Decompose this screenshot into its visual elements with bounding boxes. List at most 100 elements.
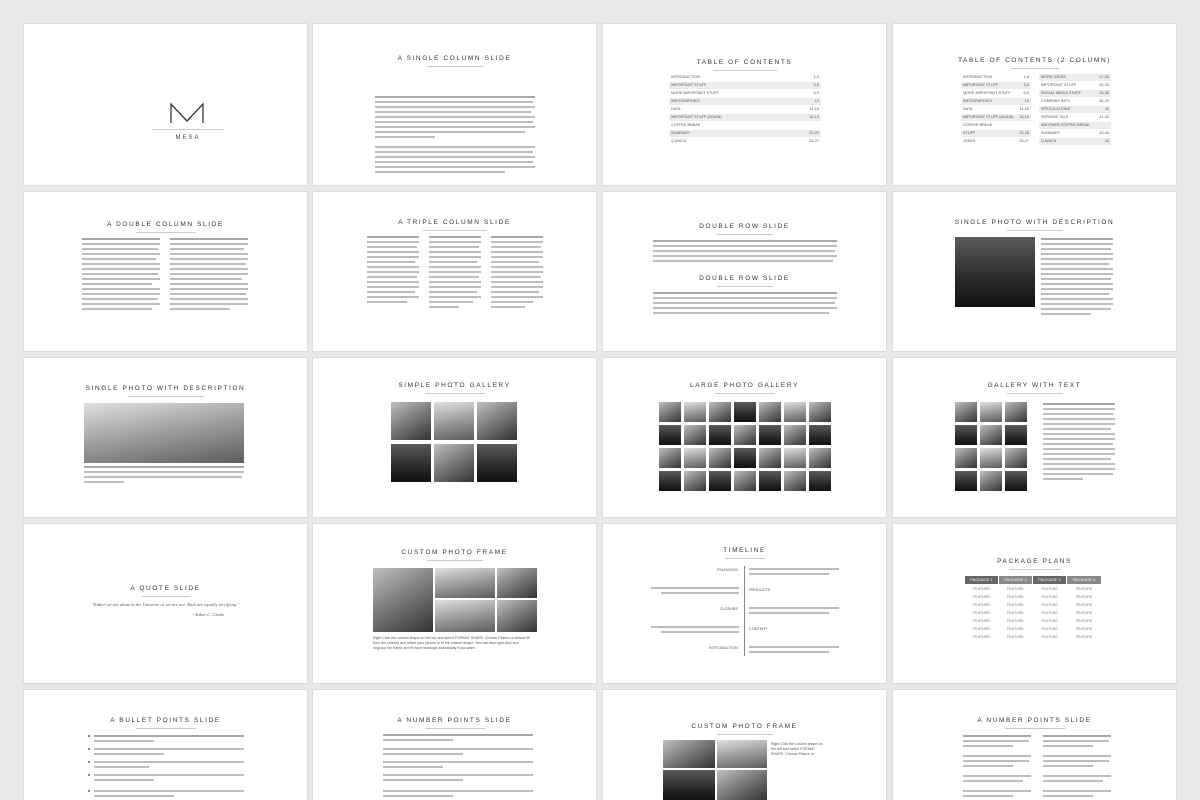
gallery-photo[interactable] — [477, 402, 517, 440]
gallery-photo[interactable] — [709, 448, 731, 468]
gallery-photo[interactable] — [684, 425, 706, 445]
gallery-photo[interactable] — [955, 425, 977, 445]
toc-row[interactable]: DATA 11-16 — [669, 106, 821, 113]
toc-row[interactable]: IMPORTANT STUFF (AGAIN) 16-19 — [961, 114, 1031, 121]
photo-frame[interactable] — [373, 568, 537, 632]
toc-row[interactable]: IMPORTANT STUFF 3-6 — [669, 82, 821, 89]
toc-row[interactable]: MORE IMPORTANT STUFF 6-9 — [669, 90, 821, 97]
gallery-photo[interactable] — [709, 402, 731, 422]
gallery-photo[interactable] — [784, 402, 806, 422]
slide-number-points-b[interactable]: A NUMBER POINTS SLIDE — [893, 690, 1176, 800]
gallery-photo[interactable] — [684, 402, 706, 422]
gallery-photo[interactable] — [709, 471, 731, 491]
slide-single-photo-description-b[interactable]: SINGLE PHOTO WITH DESCRIPTION — [24, 358, 307, 517]
toc-row[interactable]: COFFEE BREAK — [961, 122, 1031, 129]
slide-timeline[interactable]: TIMELINE FINANCING PRODUCTS CLOSURE CONT… — [603, 524, 886, 683]
slide-triple-column[interactable]: A TRIPLE COLUMN SLIDE — [313, 192, 596, 351]
toc-row[interactable]: INTRODUCTION 1-5 — [961, 74, 1031, 81]
toc-row[interactable]: ANOTHER COFFEE BREAK — [1039, 122, 1111, 129]
package-header[interactable]: PACKAGE 4 — [1067, 576, 1101, 584]
toc-row[interactable]: SERIOUS TALK 41-42 — [1039, 114, 1111, 121]
gallery-photo[interactable] — [759, 448, 781, 468]
toc-row[interactable]: STUFF 20-26 — [961, 130, 1031, 137]
gallery-photo[interactable] — [684, 448, 706, 468]
gallery-photo[interactable] — [759, 425, 781, 445]
gallery-photo[interactable] — [734, 402, 756, 422]
gallery-photo[interactable] — [734, 448, 756, 468]
gallery-photo[interactable] — [784, 471, 806, 491]
bridge-photo[interactable] — [84, 403, 244, 463]
gallery-photo[interactable] — [955, 448, 977, 468]
slide-mesa-cover[interactable]: MESA — [24, 24, 307, 185]
gallery-photo[interactable] — [434, 402, 474, 440]
package-header[interactable]: PACKAGE 1 — [965, 576, 998, 584]
toc-row[interactable]: IMPORTANT STUFF 3-6 — [961, 82, 1031, 89]
gallery-photo[interactable] — [759, 402, 781, 422]
gallery-photo[interactable] — [809, 402, 831, 422]
gallery-photo[interactable] — [1005, 448, 1027, 468]
gallery-photo[interactable] — [391, 444, 431, 482]
slide-table-of-contents[interactable]: TABLE OF CONTENTS INTRODUCTION 1-5 IMPORT… — [603, 24, 886, 185]
toc-row[interactable]: INFOGRAPHICS 10 — [669, 98, 821, 105]
package-header[interactable]: PACKAGE 2 — [999, 576, 1032, 584]
city-photo[interactable] — [955, 237, 1035, 307]
toc-row[interactable]: MORE JOKES 27-30 — [1039, 74, 1111, 81]
slide-simple-photo-gallery[interactable]: SIMPLE PHOTO GALLERY — [313, 358, 596, 517]
package-header[interactable]: PACKAGE 3 — [1033, 576, 1066, 584]
toc-row[interactable]: JOKES 26-27 — [961, 138, 1031, 145]
toc-row[interactable]: SPECULATIONS 40 — [1039, 106, 1111, 113]
gallery-photo[interactable] — [759, 471, 781, 491]
gallery-photo[interactable] — [1005, 425, 1027, 445]
gallery-photo[interactable] — [734, 471, 756, 491]
toc-row[interactable]: COFFEE BREAK — [669, 122, 821, 129]
slide-quote[interactable]: A QUOTE SLIDE "Either we are alone in th… — [24, 524, 307, 683]
gallery-photo[interactable] — [709, 425, 731, 445]
gallery-photo[interactable] — [1005, 471, 1027, 491]
gallery-photo[interactable] — [659, 425, 681, 445]
gallery-photo[interactable] — [809, 471, 831, 491]
toc-row[interactable]: IMPORTANT STUFF 30-33 — [1039, 82, 1111, 89]
gallery-photo[interactable] — [684, 471, 706, 491]
gallery-photo[interactable] — [659, 448, 681, 468]
toc-row[interactable]: SUMMARY 43-44 — [1039, 130, 1111, 137]
toc-row[interactable]: INTRODUCTION 1-5 — [669, 74, 821, 81]
toc-row[interactable]: IMPORTANT STUFF (AGAIN) 16-19 — [669, 114, 821, 121]
toc-row[interactable]: COMPANY INFO 36-39 — [1039, 98, 1111, 105]
slide-package-plans[interactable]: PACKAGE PLANS PACKAGE 1 PACKAGE 2 PACKAG… — [893, 524, 1176, 683]
gallery-photo[interactable] — [434, 444, 474, 482]
slide-single-column[interactable]: A SINGLE COLUMN SLIDE — [313, 24, 596, 185]
toc-row[interactable]: Q AND A 44 — [1039, 138, 1111, 145]
toc-row[interactable]: MORE IMPORTANT STUFF 6-9 — [961, 90, 1031, 97]
gallery-photo[interactable] — [980, 425, 1002, 445]
toc-row[interactable]: Q AND A 26-27 — [669, 138, 821, 145]
gallery-photo[interactable] — [1005, 402, 1027, 422]
slide-single-photo-description-a[interactable]: SINGLE PHOTO WITH DESCRIPTION — [893, 192, 1176, 351]
gallery-photo[interactable] — [391, 402, 431, 440]
slide-bullet-points[interactable]: A BULLET POINTS SLIDE — [24, 690, 307, 800]
gallery-photo[interactable] — [809, 425, 831, 445]
slide-number-points-a[interactable]: A NUMBER POINTS SLIDE — [313, 690, 596, 800]
gallery-photo[interactable] — [955, 402, 977, 422]
gallery-photo[interactable] — [955, 471, 977, 491]
slide-gallery-with-text[interactable]: GALLERY WITH TEXT — [893, 358, 1176, 517]
toc-row[interactable]: SOCIAL MEDIA STUFF 33-36 — [1039, 90, 1111, 97]
gallery-photo[interactable] — [980, 448, 1002, 468]
toc-row[interactable]: INFOGRAPHICS 10 — [961, 98, 1031, 105]
slide-large-photo-gallery[interactable]: LARGE PHOTO GALLERY — [603, 358, 886, 517]
gallery-photo[interactable] — [980, 471, 1002, 491]
photo-frame[interactable] — [663, 740, 767, 800]
slide-custom-photo-frame-b[interactable]: CUSTOM PHOTO FRAME Right Click the custo… — [603, 690, 886, 800]
gallery-photo[interactable] — [784, 448, 806, 468]
gallery-photo[interactable] — [809, 448, 831, 468]
gallery-photo[interactable] — [784, 425, 806, 445]
slide-custom-photo-frame-a[interactable]: CUSTOM PHOTO FRAME Right Click the custo… — [313, 524, 596, 683]
toc-row[interactable]: SUMMARY 20-26 — [669, 130, 821, 137]
slide-table-of-contents-2col[interactable]: TABLE OF CONTENTS (2 COLUMN) INTRODUCTIO… — [893, 24, 1176, 185]
gallery-photo[interactable] — [980, 402, 1002, 422]
slide-double-column[interactable]: A DOUBLE COLUMN SLIDE — [24, 192, 307, 351]
gallery-photo[interactable] — [659, 402, 681, 422]
toc-row[interactable]: DATA 11-16 — [961, 106, 1031, 113]
gallery-photo[interactable] — [734, 425, 756, 445]
gallery-photo[interactable] — [659, 471, 681, 491]
slide-double-row[interactable]: DOUBLE ROW SLIDE DOUBLE ROW SLIDE — [603, 192, 886, 351]
